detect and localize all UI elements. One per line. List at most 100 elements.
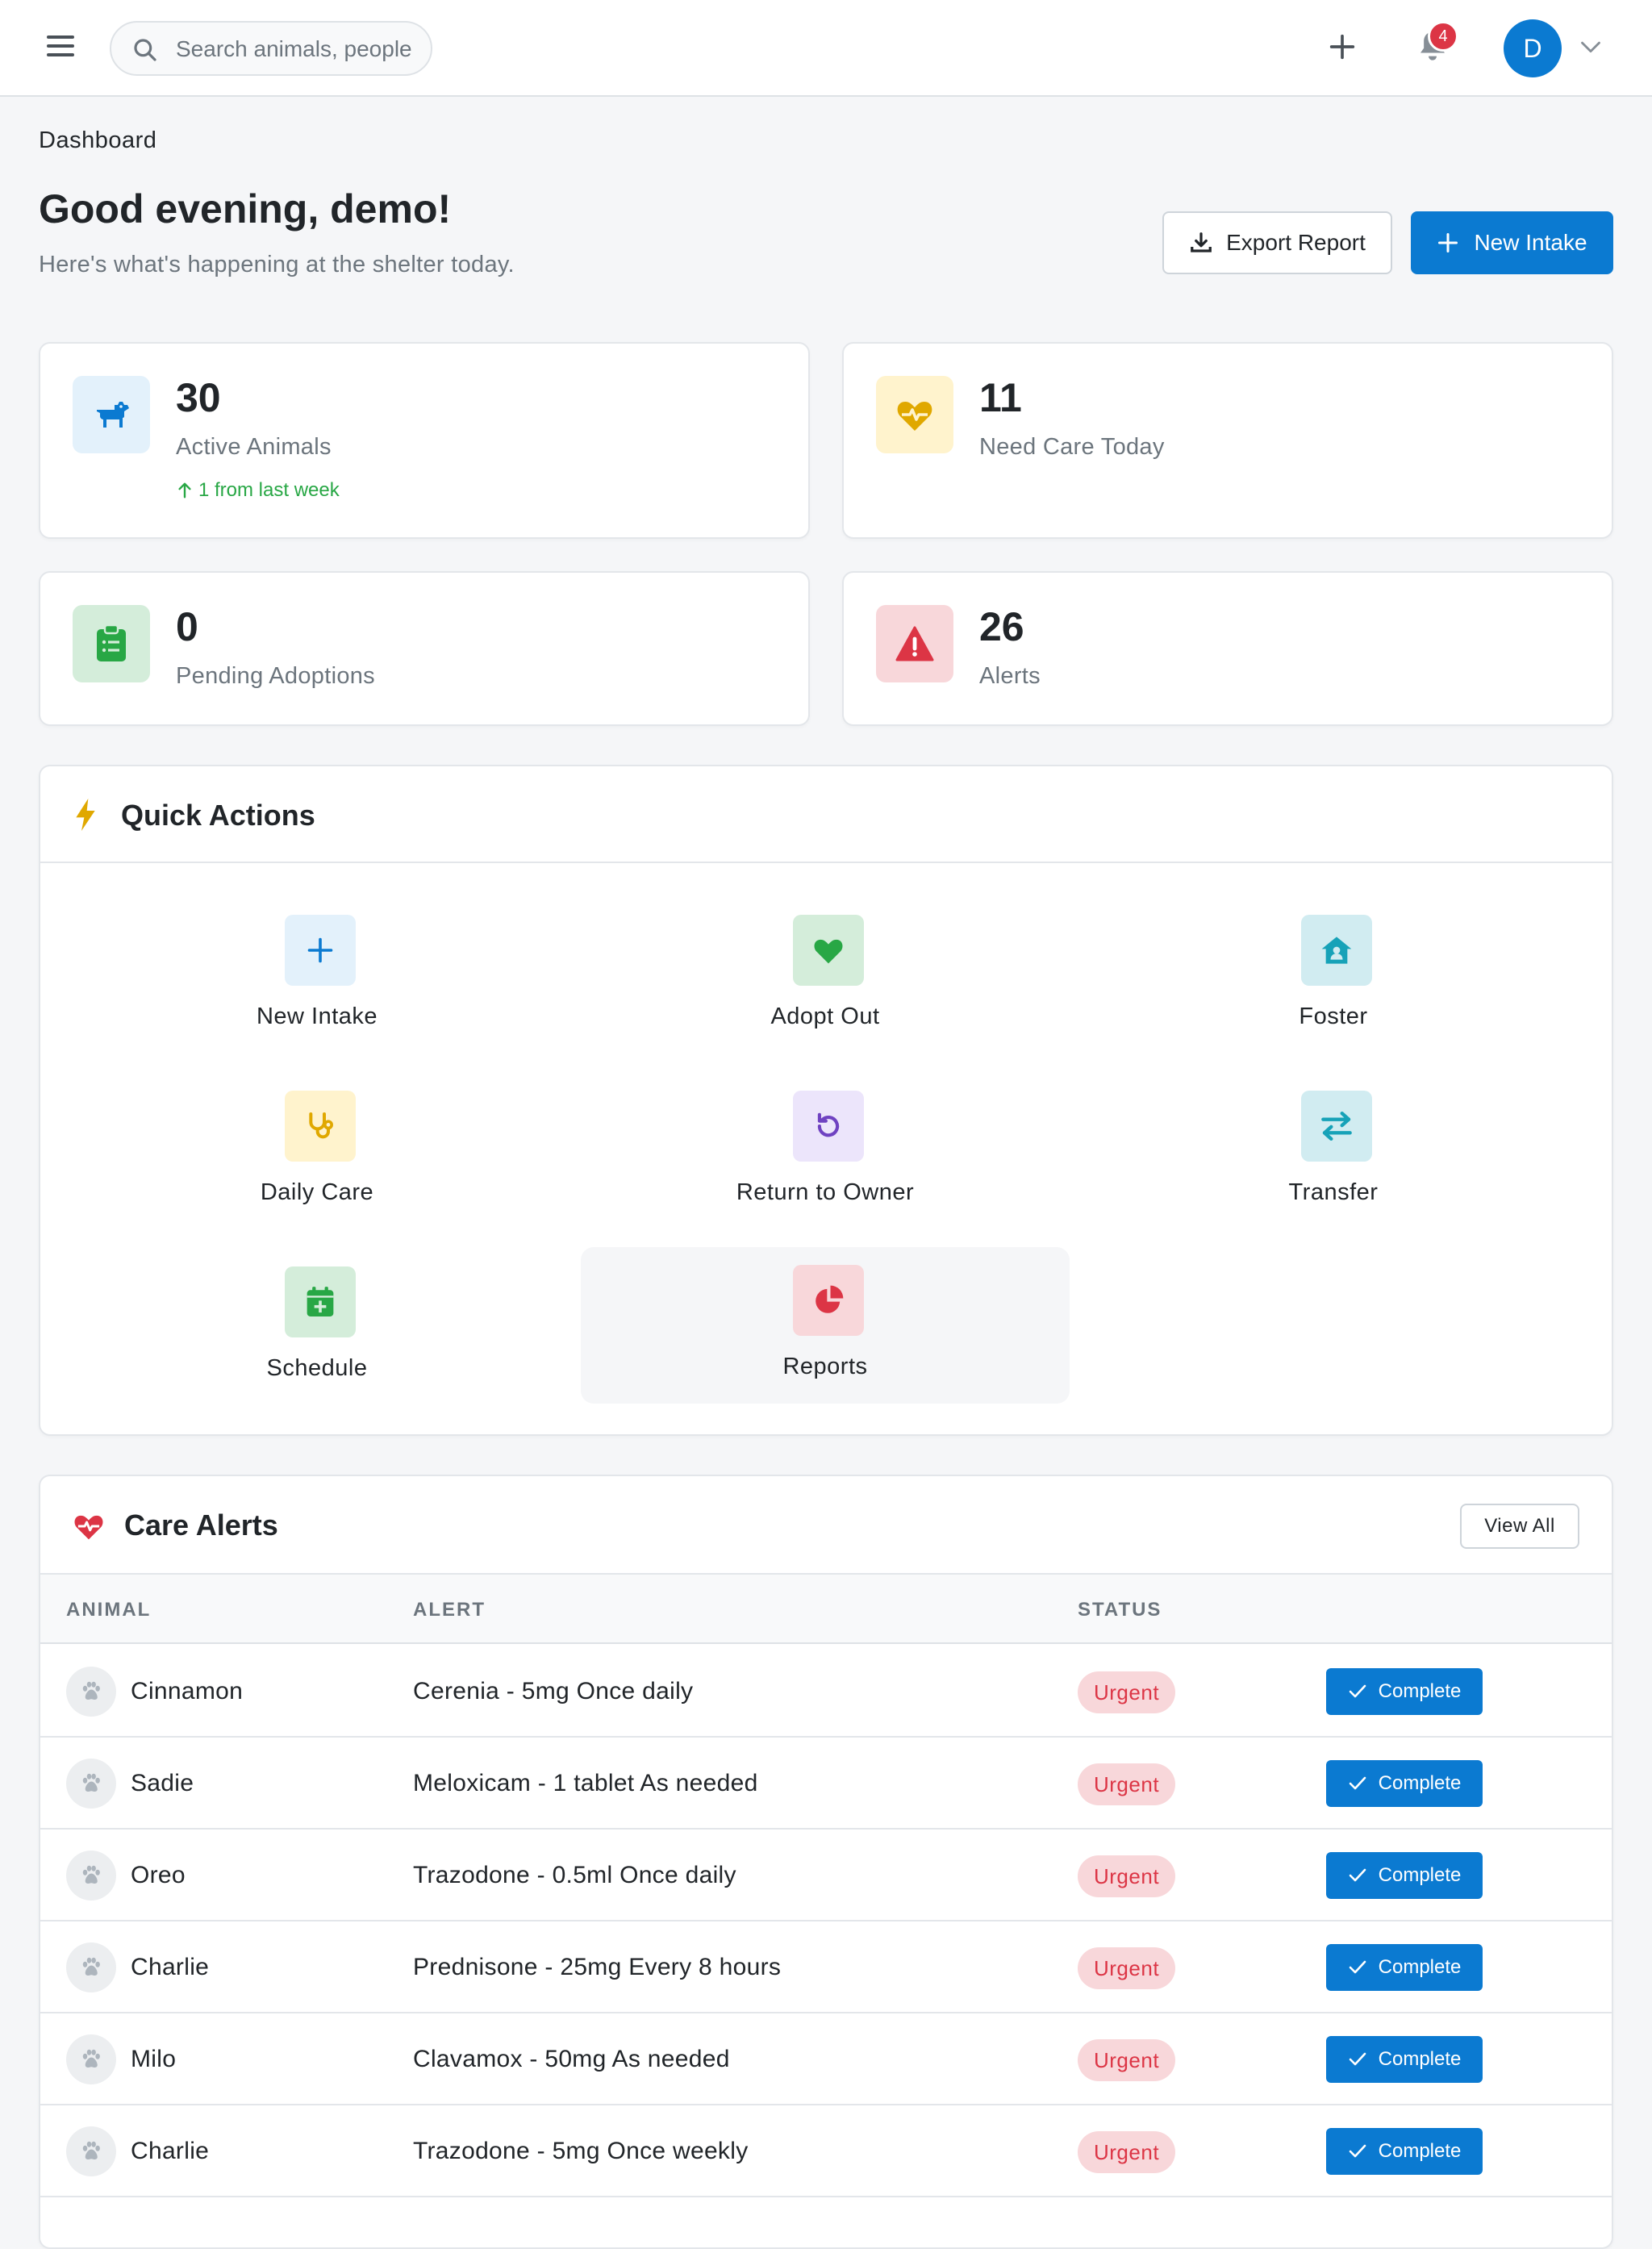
heart-pulse-icon xyxy=(74,1515,103,1540)
table-row: Sadie Meloxicam - 1 tablet As needed Urg… xyxy=(40,1738,1612,1830)
stat-value: 26 xyxy=(979,604,1024,649)
table-row: Charlie Prednisone - 25mg Every 8 hours … xyxy=(40,1921,1612,2013)
stat-label: Active Animals xyxy=(176,434,332,460)
quick-action-label: Return to Owner xyxy=(736,1179,915,1205)
plus-icon xyxy=(285,915,356,986)
user-avatar[interactable]: D xyxy=(1504,19,1562,77)
quick-action-new-intake[interactable]: New Intake xyxy=(73,897,561,1054)
animal-name[interactable]: Oreo xyxy=(131,1862,186,1889)
animal-name[interactable]: Charlie xyxy=(131,2138,209,2165)
table-row: Oreo Trazodone - 0.5ml Once daily Urgent… xyxy=(40,1830,1612,1921)
table-row: Charlie Trazodone - 5mg Once weekly Urge… xyxy=(40,2105,1612,2197)
complete-label: Complete xyxy=(1378,2140,1462,2162)
notification-badge: 4 xyxy=(1428,21,1458,52)
status-badge: Urgent xyxy=(1078,1855,1176,1897)
stethoscope-icon xyxy=(285,1091,356,1162)
warning-triangle-icon xyxy=(876,605,953,682)
stat-trend: 1 from last week xyxy=(176,479,340,502)
alert-text: Trazodone - 0.5ml Once daily xyxy=(413,1862,736,1888)
pie-chart-icon xyxy=(793,1265,864,1336)
dog-icon xyxy=(73,376,150,453)
hamburger-menu-icon[interactable] xyxy=(47,35,74,60)
animal-name[interactable]: Cinnamon xyxy=(131,1678,243,1705)
quick-action-label: New Intake xyxy=(256,1003,378,1029)
quick-action-label: Reports xyxy=(782,1354,868,1379)
alert-text: Prednisone - 25mg Every 8 hours xyxy=(413,1954,782,1980)
check-icon xyxy=(1349,2052,1366,2066)
paw-icon xyxy=(66,2126,116,2176)
status-badge: Urgent xyxy=(1078,2131,1176,2173)
divider xyxy=(40,862,1612,863)
column-header-animal: ANIMAL xyxy=(66,1599,152,1621)
stat-value: 11 xyxy=(979,375,1022,420)
check-icon xyxy=(1349,1960,1366,1974)
plus-icon xyxy=(1438,232,1458,253)
care-alerts-panel: Care Alerts View All ANIMAL ALERT STATUS… xyxy=(39,1475,1613,2249)
status-badge: Urgent xyxy=(1078,2039,1176,2081)
quick-action-return-to-owner[interactable]: Return to Owner xyxy=(581,1073,1070,1229)
status-badge: Urgent xyxy=(1078,1671,1176,1713)
complete-button[interactable]: Complete xyxy=(1326,1760,1483,1807)
animal-name[interactable]: Milo xyxy=(131,2046,176,2073)
export-report-button[interactable]: Export Report xyxy=(1162,211,1392,274)
paw-icon xyxy=(66,1667,116,1717)
alert-text: Trazodone - 5mg Once weekly xyxy=(413,2138,749,2164)
page-subtitle: Here's what's happening at the shelter t… xyxy=(39,252,515,277)
arrow-up-icon xyxy=(178,482,191,499)
complete-button[interactable]: Complete xyxy=(1326,2036,1483,2083)
stat-card-alerts[interactable]: 26 Alerts xyxy=(842,571,1613,726)
quick-action-schedule[interactable]: Schedule xyxy=(73,1249,561,1405)
column-header-alert: ALERT xyxy=(413,1599,486,1621)
quick-action-foster[interactable]: Foster xyxy=(1089,897,1578,1054)
complete-label: Complete xyxy=(1378,2048,1462,2070)
breadcrumb: Dashboard xyxy=(39,127,157,153)
care-alerts-title: Care Alerts xyxy=(124,1508,278,1542)
stat-trend-text: 1 from last week xyxy=(198,479,340,501)
table-row: Cinnamon Cerenia - 5mg Once daily Urgent… xyxy=(40,1646,1612,1738)
stat-label: Pending Adoptions xyxy=(176,663,375,689)
complete-label: Complete xyxy=(1378,1956,1462,1978)
heart-pulse-icon xyxy=(876,376,953,453)
search-box[interactable] xyxy=(110,21,432,76)
bolt-icon xyxy=(76,799,95,831)
quick-action-adopt-out[interactable]: Adopt Out xyxy=(581,897,1070,1054)
stat-value: 0 xyxy=(176,604,198,649)
stat-label: Need Care Today xyxy=(979,434,1165,460)
add-icon[interactable] xyxy=(1326,31,1358,63)
animal-name[interactable]: Sadie xyxy=(131,1770,194,1797)
download-icon xyxy=(1191,232,1212,252)
complete-button[interactable]: Complete xyxy=(1326,1852,1483,1899)
check-icon xyxy=(1349,1776,1366,1790)
table-header: ANIMAL ALERT STATUS xyxy=(40,1573,1612,1644)
complete-button[interactable]: Complete xyxy=(1326,1668,1483,1715)
clipboard-list-icon xyxy=(73,605,150,682)
quick-action-label: Daily Care xyxy=(260,1179,374,1205)
status-badge: Urgent xyxy=(1078,1947,1176,1989)
stat-card-pending-adoptions[interactable]: 0 Pending Adoptions xyxy=(39,571,810,726)
house-user-icon xyxy=(1301,915,1372,986)
search-icon xyxy=(134,39,156,61)
animal-name[interactable]: Charlie xyxy=(131,1954,209,1981)
check-icon xyxy=(1349,1868,1366,1882)
new-intake-button[interactable]: New Intake xyxy=(1411,211,1613,274)
complete-button[interactable]: Complete xyxy=(1326,1944,1483,1991)
quick-action-reports[interactable]: Reports xyxy=(581,1247,1070,1404)
chevron-down-icon[interactable] xyxy=(1579,39,1602,56)
quick-actions-title: Quick Actions xyxy=(121,799,315,832)
paw-icon xyxy=(66,1759,116,1809)
paw-icon xyxy=(66,2034,116,2084)
new-intake-label: New Intake xyxy=(1474,230,1587,255)
quick-action-daily-care[interactable]: Daily Care xyxy=(73,1073,561,1229)
stat-card-need-care[interactable]: 11 Need Care Today xyxy=(842,342,1613,539)
stat-card-active-animals[interactable]: 30 Active Animals 1 from last week xyxy=(39,342,810,539)
quick-action-transfer[interactable]: Transfer xyxy=(1089,1073,1578,1229)
paw-icon xyxy=(66,1851,116,1901)
page-title: Good evening, demo! xyxy=(39,186,452,232)
view-all-button[interactable]: View All xyxy=(1460,1504,1579,1549)
check-icon xyxy=(1349,1684,1366,1698)
quick-action-label: Transfer xyxy=(1288,1179,1379,1205)
complete-button[interactable]: Complete xyxy=(1326,2128,1483,2175)
search-input[interactable] xyxy=(176,34,418,65)
alert-text: Cerenia - 5mg Once daily xyxy=(413,1678,694,1704)
complete-label: Complete xyxy=(1378,1772,1462,1794)
